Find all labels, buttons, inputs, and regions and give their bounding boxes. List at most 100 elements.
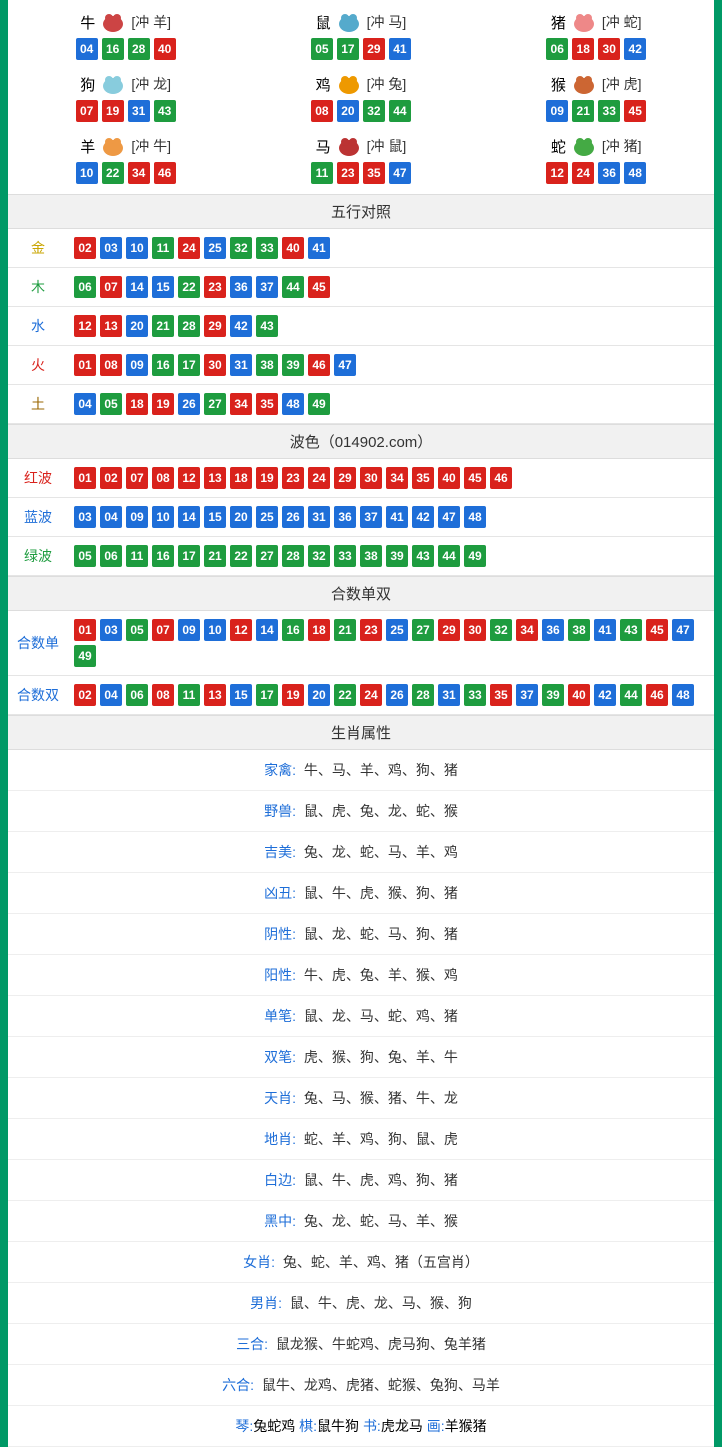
number-ball: 35 (363, 162, 385, 184)
number-ball: 28 (412, 684, 434, 706)
bose-label: 绿波 (8, 537, 68, 575)
attr-value: 牛、虎、兔、羊、猴、鸡 (300, 967, 458, 983)
qqsh-value: 鼠牛狗 (317, 1418, 363, 1434)
number-ball: 19 (256, 467, 278, 489)
zodiac-cell-rat: 鼠[冲 马]05172941 (243, 4, 478, 66)
zodiac-name: 猴 (551, 74, 566, 95)
attr-value: 兔、龙、蛇、马、羊、鸡 (300, 844, 458, 860)
qqsh-label: 棋: (299, 1418, 317, 1434)
attr-row: 女肖: 兔、蛇、羊、鸡、猪（五宫肖） (8, 1242, 714, 1283)
wuxing-title: 五行对照 (8, 194, 714, 229)
number-ball: 30 (360, 467, 382, 489)
attr-value: 鼠、龙、马、蛇、鸡、猪 (300, 1008, 458, 1024)
wuxing-balls: 06071415222336374445 (68, 268, 714, 306)
number-ball: 14 (126, 276, 148, 298)
wuxing-row: 水1213202128294243 (8, 307, 714, 346)
zodiac-name: 鼠 (316, 12, 331, 33)
number-ball: 27 (256, 545, 278, 567)
zodiac-clash: [冲 猪] (602, 136, 642, 156)
attr-value: 鼠、牛、虎、猴、狗、猪 (300, 885, 458, 901)
number-ball: 42 (230, 315, 252, 337)
wuxing-row: 火0108091617303138394647 (8, 346, 714, 385)
number-ball: 38 (360, 545, 382, 567)
attr-value: 鼠、牛、虎、龙、马、猴、狗 (286, 1295, 472, 1311)
zodiac-cell-rooster: 鸡[冲 兔]08203244 (243, 66, 478, 128)
bose-row: 红波0102070812131819232429303435404546 (8, 459, 714, 498)
wuxing-label: 木 (8, 268, 68, 306)
number-ball: 01 (74, 467, 96, 489)
number-ball: 43 (154, 100, 176, 122)
number-ball: 12 (230, 619, 252, 641)
heshu-balls: 0204060811131517192022242628313335373940… (68, 676, 714, 714)
number-ball: 16 (282, 619, 304, 641)
number-ball: 46 (490, 467, 512, 489)
attr-row: 男肖: 鼠、牛、虎、龙、马、猴、狗 (8, 1283, 714, 1324)
number-ball: 31 (128, 100, 150, 122)
zodiac-clash: [冲 虎] (602, 74, 642, 94)
number-ball: 06 (126, 684, 148, 706)
number-ball: 22 (178, 276, 200, 298)
number-ball: 38 (256, 354, 278, 376)
number-ball: 07 (76, 100, 98, 122)
number-ball: 07 (152, 619, 174, 641)
number-ball: 12 (74, 315, 96, 337)
number-ball: 49 (308, 393, 330, 415)
number-ball: 47 (672, 619, 694, 641)
attr-row: 六合: 鼠牛、龙鸡、虎猪、蛇猴、兔狗、马羊 (8, 1365, 714, 1406)
number-ball: 29 (438, 619, 460, 641)
number-ball: 21 (152, 315, 174, 337)
number-ball: 06 (546, 38, 568, 60)
number-ball: 47 (334, 354, 356, 376)
number-ball: 06 (100, 545, 122, 567)
number-ball: 17 (337, 38, 359, 60)
wuxing-label: 土 (8, 385, 68, 423)
number-ball: 18 (126, 393, 148, 415)
number-ball: 36 (334, 506, 356, 528)
number-ball: 24 (178, 237, 200, 259)
number-ball: 21 (572, 100, 594, 122)
number-ball: 04 (100, 684, 122, 706)
attr-value: 兔、蛇、羊、鸡、猪（五宫肖） (279, 1254, 479, 1270)
number-ball: 45 (646, 619, 668, 641)
number-ball: 35 (412, 467, 434, 489)
wuxing-row: 土04051819262734354849 (8, 385, 714, 424)
number-ball: 19 (152, 393, 174, 415)
shuxing-title: 生肖属性 (8, 715, 714, 750)
number-ball: 08 (152, 684, 174, 706)
wuxing-label: 金 (8, 229, 68, 267)
attr-label: 吉美: (264, 844, 296, 860)
number-ball: 01 (74, 619, 96, 641)
number-ball: 46 (154, 162, 176, 184)
number-ball: 35 (490, 684, 512, 706)
attr-label: 野兽: (264, 803, 296, 819)
number-ball: 06 (74, 276, 96, 298)
zodiac-cell-pig: 猪[冲 蛇]06183042 (479, 4, 714, 66)
number-ball: 04 (100, 506, 122, 528)
number-ball: 40 (154, 38, 176, 60)
number-ball: 41 (308, 237, 330, 259)
attr-row: 黑中: 兔、龙、蛇、马、羊、猴 (8, 1201, 714, 1242)
number-ball: 23 (360, 619, 382, 641)
wuxing-label: 火 (8, 346, 68, 384)
number-ball: 32 (308, 545, 330, 567)
number-ball: 15 (152, 276, 174, 298)
heshu-balls: 0103050709101214161821232527293032343638… (68, 611, 714, 675)
number-ball: 04 (74, 393, 96, 415)
zodiac-cell-monkey: 猴[冲 虎]09213345 (479, 66, 714, 128)
heshu-title: 合数单双 (8, 576, 714, 611)
number-ball: 09 (126, 354, 148, 376)
zodiac-clash: [冲 蛇] (602, 12, 642, 32)
number-ball: 05 (74, 545, 96, 567)
wuxing-table: 金02031011242532334041木060714152223363744… (8, 229, 714, 424)
zodiac-clash: [冲 马] (367, 12, 407, 32)
attr-label: 家禽: (264, 762, 296, 778)
number-ball: 36 (230, 276, 252, 298)
attr-value: 兔、马、猴、猪、牛、龙 (300, 1090, 458, 1106)
attr-label: 黑中: (264, 1213, 296, 1229)
number-ball: 21 (334, 619, 356, 641)
number-ball: 13 (204, 684, 226, 706)
number-ball: 23 (204, 276, 226, 298)
number-ball: 30 (598, 38, 620, 60)
number-ball: 40 (282, 237, 304, 259)
number-ball: 32 (363, 100, 385, 122)
